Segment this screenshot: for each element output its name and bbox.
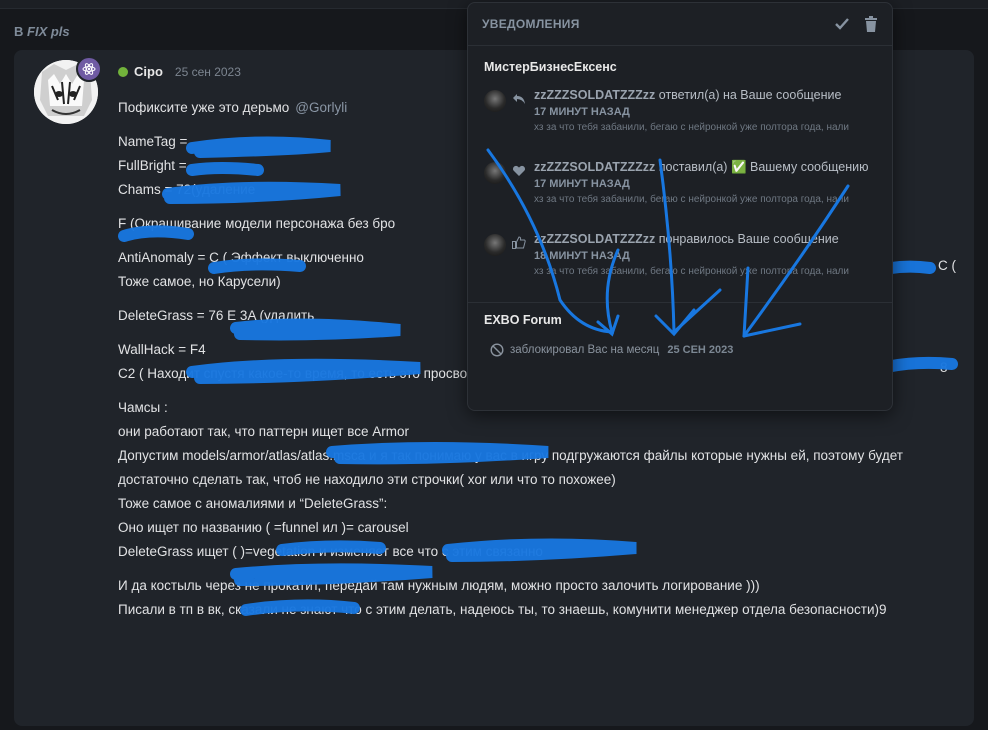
post-line: Оно ищет по названию ( =funnel ил )= car… <box>118 520 409 535</box>
ban-date: 25 СЕН 2023 <box>667 344 734 356</box>
notification-snippet: хз за что тебя забанили, бегаю с нейронк… <box>534 194 849 205</box>
notification-group-title[interactable]: EXBO Forum <box>468 303 892 333</box>
notification-avatar[interactable] <box>484 90 506 112</box>
ban-text: заблокировал Вас на месяц <box>510 344 660 356</box>
notifications-title: УВЕДОМЛЕНИЯ <box>482 17 580 31</box>
notification-time: 17 МИНУТ НАЗАД <box>534 106 630 118</box>
notification-item[interactable]: zzZZZSOLDATZZZzz поставил(а) ✅ Вашему со… <box>468 152 892 224</box>
notification-user[interactable]: zzZZZSOLDATZZZzz <box>534 160 655 174</box>
notifications-dropdown[interactable]: УВЕДОМЛЕНИЯ МистерБизнесЕксенс zzZZZSOLD… <box>467 2 893 411</box>
notification-text: zzZZZSOLDATZZZzz ответил(а) на Ваше сооб… <box>534 88 842 102</box>
notification-item[interactable]: zzZZZSOLDATZZZzz понравилось Ваше сообще… <box>468 224 892 296</box>
post-line: Тоже самое с аномалиями и “DeleteGrass”: <box>118 496 388 511</box>
notification-text: zzZZZSOLDATZZZzz понравилось Ваше сообще… <box>534 232 839 246</box>
author-avatar-wrap[interactable] <box>34 56 102 124</box>
wallhack-tail: 8 <box>940 360 948 375</box>
notifications-header: УВЕДОМЛЕНИЯ <box>468 3 892 46</box>
post-line: они работают так, что паттерн ищет все A… <box>118 424 410 439</box>
notification-avatar[interactable] <box>484 162 506 184</box>
notification-time: 18 МИНУТ НАЗАД <box>534 250 630 262</box>
notification-user[interactable]: zzZZZSOLDATZZZzz <box>534 232 655 246</box>
notification-snippet: хз за что тебя забанили, бегаю с нейронк… <box>534 122 849 133</box>
post-line: И да костыль через не прокатит, передай … <box>118 578 760 593</box>
trash-icon[interactable] <box>864 16 878 32</box>
section-title: В FIX pls <box>14 24 70 39</box>
post-line: Писали в тп в вк, сказали не знают что с… <box>118 602 887 617</box>
post-line: DeleteGrass ищет ( )=vegetation и изменя… <box>118 544 543 559</box>
ban-notification[interactable]: заблокировал Вас на месяц 25 СЕН 2023 <box>468 333 892 367</box>
react-badge-icon <box>76 56 102 82</box>
notification-item[interactable]: zzZZZSOLDATZZZzz ответил(а) на Ваше сооб… <box>468 80 892 152</box>
user-mention[interactable]: @Gorlyli <box>295 100 347 115</box>
reply-icon <box>512 92 526 110</box>
notification-text: zzZZZSOLDATZZZzz поставил(а) ✅ Вашему со… <box>534 160 869 174</box>
notification-time: 17 МИНУТ НАЗАД <box>534 178 630 190</box>
notification-user[interactable]: zzZZZSOLDATZZZzz <box>534 88 655 102</box>
notification-snippet: хз за что тебя забанили, бегаю с нейронк… <box>534 266 849 277</box>
post-line: достаточно сделать так, чтоб не находило… <box>118 472 616 487</box>
antianomaly-tail: C ( <box>938 258 956 273</box>
online-status-icon <box>118 66 128 77</box>
mark-read-icon[interactable] <box>834 16 850 32</box>
post-date[interactable]: 25 сен 2023 <box>175 65 241 79</box>
post-author-row: Cipo 25 сен 2023 <box>118 64 241 79</box>
author-name[interactable]: Cipo <box>134 64 163 79</box>
thumbs-up-icon <box>512 236 526 254</box>
ban-icon <box>490 343 504 357</box>
notification-avatar[interactable] <box>484 234 506 256</box>
post-line: Допустим models/armor/atlas/atlas.msca и… <box>118 448 903 463</box>
heart-icon <box>512 164 526 182</box>
notification-group-title[interactable]: МистерБизнесЕксенс <box>468 46 892 80</box>
